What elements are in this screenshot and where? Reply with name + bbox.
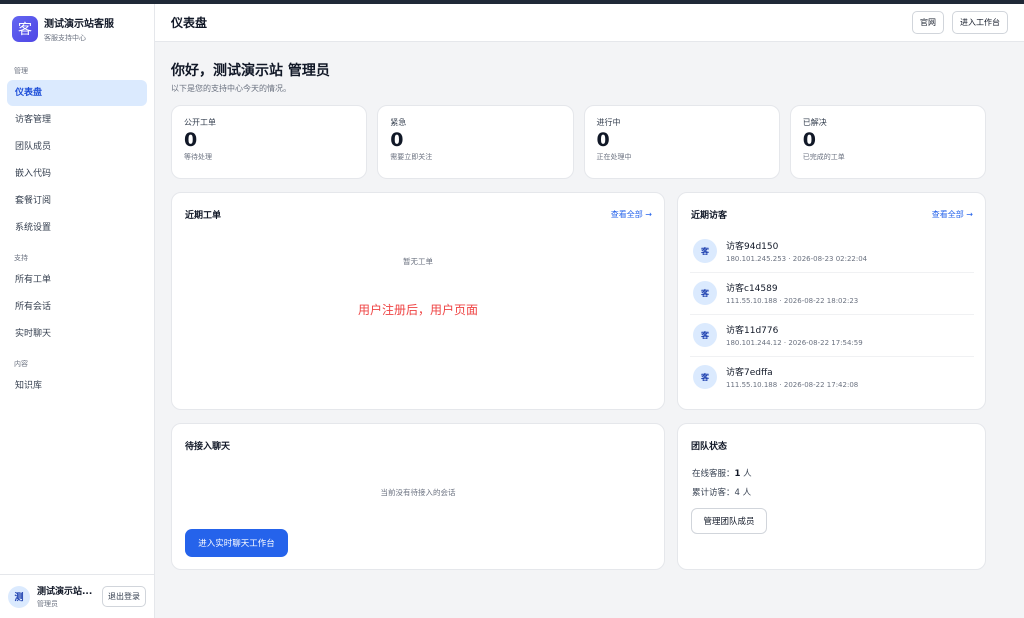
nav-section-support: 支持 xyxy=(14,254,28,262)
user-name: 测试演示站... xyxy=(37,587,93,597)
pending-chat-card: 待接入聊天 当前没有待接入的会话 进入实时聊天工作台 xyxy=(171,423,665,570)
brand-title: 测试演示站客服 xyxy=(44,19,114,30)
page-title: 仪表盘 xyxy=(171,16,208,30)
empty-state: 暂无工单 xyxy=(403,257,433,266)
view-all-visitors-link[interactable]: 查看全部 → xyxy=(932,209,973,220)
visitor-name: 访客94d150 xyxy=(726,242,779,252)
stat-value: 0 xyxy=(390,129,404,151)
stat-label: 进行中 xyxy=(596,118,621,127)
stat-label: 公开工单 xyxy=(184,118,216,127)
sidebar-item-subscription[interactable]: 套餐订阅 xyxy=(7,188,147,214)
recent-visitors-card: 近期访客 查看全部 → 客 访客94d150 180.101.245.253 ·… xyxy=(677,192,986,410)
card-title: 待接入聊天 xyxy=(185,442,231,452)
recent-tickets-card: 近期工单 查看全部 → 暂无工单 用户注册后，用户页面 xyxy=(171,192,665,410)
stat-value: 0 xyxy=(596,129,610,151)
stat-card-resolved: 已解决 0 已完成的工单 xyxy=(789,105,986,179)
list-item[interactable]: 客 访客7edffa 111.55.10.188 · 2026-08-22 17… xyxy=(690,356,972,398)
visitor-avatar: 客 xyxy=(693,365,717,389)
sidebar-item-knowledge-base[interactable]: 知识库 xyxy=(7,373,147,399)
visitor-meta: 180.101.245.253 · 2026-08-23 02:22:04 xyxy=(726,255,868,263)
stat-desc: 已完成的工单 xyxy=(802,153,845,161)
stat-desc: 正在处理中 xyxy=(596,153,632,161)
visitor-meta: 111.55.10.188 · 2026-08-22 17:42:08 xyxy=(726,381,859,389)
sidebar-item-all-conversations[interactable]: 所有会话 xyxy=(7,294,147,320)
sidebar-item-live-chat[interactable]: 实时聊天 xyxy=(7,321,147,347)
online-unit: 人 xyxy=(740,469,752,479)
sidebar-item-visitors[interactable]: 访客管理 xyxy=(7,107,147,133)
top-header: 仪表盘 官网 进入工作台 xyxy=(155,4,1024,42)
stat-label: 紧急 xyxy=(390,118,407,127)
nav-section-manage: 管理 xyxy=(14,67,28,75)
manage-team-button[interactable]: 管理团队成员 xyxy=(691,508,767,534)
stat-card-open: 公开工单 0 等待处理 xyxy=(171,105,368,179)
stat-value: 0 xyxy=(802,129,816,151)
team-status-card: 团队状态 在线客服：1 人 累计访客：4 人 管理团队成员 xyxy=(677,423,986,570)
visitor-name: 访客7edffa xyxy=(726,368,773,378)
empty-state: 当前没有待接入的会话 xyxy=(380,488,456,497)
user-role: 管理员 xyxy=(37,600,58,608)
avatar: 测 xyxy=(8,585,30,608)
sidebar-item-all-tickets[interactable]: 所有工单 xyxy=(7,267,147,293)
greeting-subtitle: 以下是您的支持中心今天的情况。 xyxy=(171,84,291,93)
sidebar-item-team[interactable]: 团队成员 xyxy=(7,134,147,160)
card-title: 团队状态 xyxy=(691,442,728,452)
stat-card-urgent: 紧急 0 需要立即关注 xyxy=(377,105,574,179)
card-title: 近期工单 xyxy=(185,211,222,221)
visitor-name: 访客11d776 xyxy=(726,326,779,336)
stat-desc: 需要立即关注 xyxy=(390,153,433,161)
sidebar-item-embed-code[interactable]: 嵌入代码 xyxy=(7,161,147,187)
visitor-avatar: 客 xyxy=(693,323,717,347)
total-visitors-line: 累计访客：4 人 xyxy=(692,488,752,498)
visitor-avatar: 客 xyxy=(693,281,717,305)
enter-workbench-button[interactable]: 进入工作台 xyxy=(952,11,1008,34)
view-all-tickets-link[interactable]: 查看全部 → xyxy=(611,209,652,220)
online-label: 在线客服： xyxy=(692,469,735,479)
sidebar-item-settings[interactable]: 系统设置 xyxy=(7,215,147,241)
stat-label: 已解决 xyxy=(802,118,827,127)
stat-card-in-progress: 进行中 0 正在处理中 xyxy=(583,105,780,179)
greeting-title: 你好，测试演示站 管理员 xyxy=(171,63,330,79)
main-content: 你好，测试演示站 管理员 以下是您的支持中心今天的情况。 公开工单 0 等待处理… xyxy=(171,42,986,179)
stat-desc: 等待处理 xyxy=(184,153,212,161)
stats-row: 公开工单 0 等待处理 紧急 0 需要立即关注 进行中 0 正在处理中 已解决 … xyxy=(171,105,986,179)
logout-button[interactable]: 退出登录 xyxy=(102,586,146,607)
visitor-meta: 111.55.10.188 · 2026-08-22 18:02:23 xyxy=(726,297,859,305)
stat-value: 0 xyxy=(184,129,198,151)
annotation-note: 用户注册后，用户页面 xyxy=(357,303,478,317)
nav-section-content: 内容 xyxy=(14,360,28,368)
brand-subtitle: 客服支持中心 xyxy=(44,34,86,42)
visitor-avatar: 客 xyxy=(693,239,717,263)
sidebar: 客 测试演示站客服 客服支持中心 管理 仪表盘 访客管理 团队成员 嵌入代码 套… xyxy=(0,4,155,618)
list-item[interactable]: 客 访客c14589 111.55.10.188 · 2026-08-22 18… xyxy=(690,272,972,314)
visitor-name: 访客c14589 xyxy=(726,284,778,294)
official-site-button[interactable]: 官网 xyxy=(912,11,944,34)
brand-logo: 客 xyxy=(12,16,38,42)
card-title: 近期访客 xyxy=(691,211,728,221)
list-item[interactable]: 客 访客11d776 180.101.244.12 · 2026-08-22 1… xyxy=(690,314,972,356)
online-agents-line: 在线客服：1 人 xyxy=(692,467,752,479)
sidebar-user-panel: 测 测试演示站... 管理员 退出登录 xyxy=(0,574,154,618)
brand: 客 测试演示站客服 客服支持中心 xyxy=(0,4,154,54)
list-item[interactable]: 客 访客94d150 180.101.245.253 · 2026-08-23 … xyxy=(690,230,972,272)
enter-live-chat-button[interactable]: 进入实时聊天工作台 xyxy=(185,529,288,557)
visitor-meta: 180.101.244.12 · 2026-08-22 17:54:59 xyxy=(726,339,863,347)
sidebar-item-dashboard[interactable]: 仪表盘 xyxy=(7,80,147,106)
